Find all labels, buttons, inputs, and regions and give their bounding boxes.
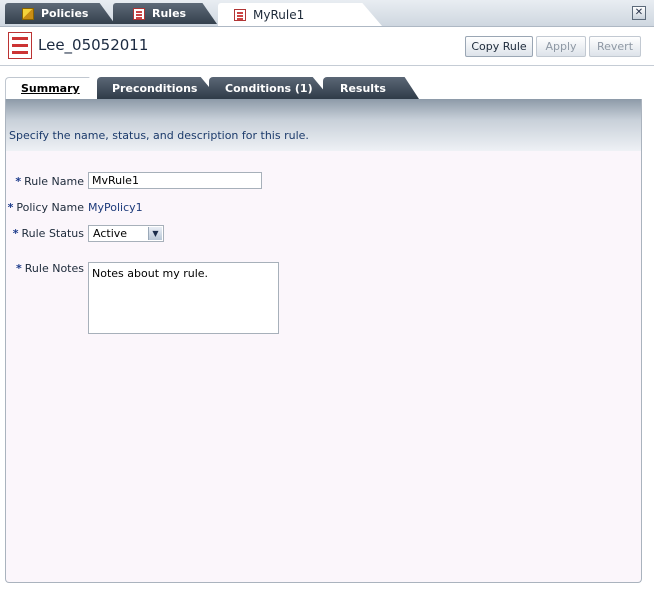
required-marker: * (7, 201, 14, 214)
tab-summary[interactable]: Summary (5, 77, 105, 99)
tab-policies[interactable]: Policies (5, 3, 115, 24)
rule-status-select[interactable]: Active ▼ (88, 225, 164, 242)
panel-header-gradient (6, 99, 641, 151)
page-title: Lee_05052011 (38, 36, 149, 54)
summary-description: Specify the name, status, and descriptio… (9, 129, 309, 142)
close-tab-icon[interactable]: ✕ (632, 6, 646, 20)
rule-status-value: Active (93, 227, 128, 240)
policy-name-label: * Policy Name (7, 201, 84, 214)
tab-myrule1[interactable]: MyRule1 (218, 3, 382, 26)
rule-status-label: * Rule Status (12, 227, 84, 240)
tab-policies-label: Policies (41, 7, 89, 20)
copy-rule-button[interactable]: Copy Rule (465, 36, 533, 57)
policies-icon (22, 7, 34, 20)
tab-myrule1-label: MyRule1 (253, 7, 305, 22)
rule-notes-textarea[interactable]: Notes about my rule. (88, 262, 279, 334)
chevron-down-icon[interactable]: ▼ (148, 227, 162, 240)
apply-button[interactable]: Apply (536, 36, 586, 57)
tab-results[interactable]: Results (323, 77, 419, 99)
rule-notes-label: * Rule Notes (16, 262, 84, 275)
policy-name-value: MyPolicy1 (88, 201, 143, 214)
required-marker: * (15, 175, 22, 188)
required-marker: * (12, 227, 19, 240)
rules-icon (133, 7, 145, 20)
tab-preconditions[interactable]: Preconditions (97, 77, 219, 99)
rule-tabs: Summary Preconditions Conditions (1) Res… (5, 77, 645, 99)
rule-checklist-icon (8, 32, 32, 59)
rule-name-label: * Rule Name (15, 175, 84, 188)
rule-document-icon (234, 8, 246, 21)
tab-rules[interactable]: Rules (113, 3, 217, 24)
revert-button[interactable]: Revert (589, 36, 641, 57)
tab-rules-label: Rules (152, 7, 187, 20)
required-marker: * (16, 262, 22, 275)
top-tab-bar: Policies Rules MyRule1 ✕ (0, 0, 654, 27)
tab-conditions[interactable]: Conditions (1) (209, 77, 331, 99)
rule-name-input[interactable]: MvRule1 (88, 172, 262, 189)
